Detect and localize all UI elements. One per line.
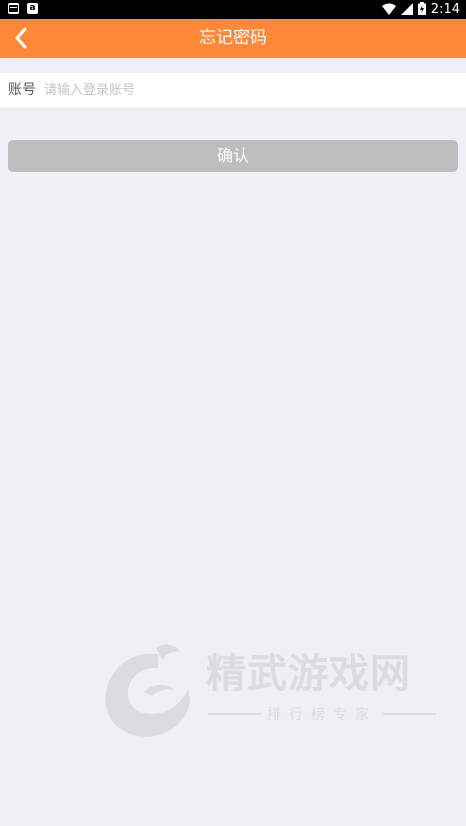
brand-name: 精武游戏网 bbox=[206, 651, 411, 697]
tagline-divider-left bbox=[208, 713, 261, 715]
chevron-left-icon bbox=[15, 27, 27, 49]
app-header: 忘记密码 bbox=[0, 19, 466, 58]
brand-tagline: 排行榜专家 bbox=[267, 707, 377, 723]
account-row: 账号 bbox=[0, 73, 466, 107]
brand-watermark: 精武游戏网 排行榜专家 bbox=[96, 640, 441, 745]
status-bar: a 2:14 bbox=[0, 0, 466, 19]
battery-charging-icon bbox=[417, 0, 426, 19]
page-title: 忘记密码 bbox=[199, 28, 267, 48]
system-icons: 2:14 bbox=[381, 0, 460, 19]
notification-icons: a bbox=[8, 3, 38, 14]
brand-logo-icon bbox=[105, 644, 190, 737]
tagline-divider-right bbox=[383, 713, 436, 715]
account-label: 账号 bbox=[8, 82, 36, 98]
back-button[interactable] bbox=[6, 23, 36, 53]
status-time: 2:14 bbox=[430, 2, 460, 17]
account-input[interactable] bbox=[44, 79, 454, 101]
brand-tagline-row: 排行榜专家 bbox=[208, 704, 436, 724]
a-notification-icon: a bbox=[27, 3, 38, 14]
confirm-button[interactable]: 确认 bbox=[8, 140, 458, 172]
wifi-icon bbox=[381, 0, 396, 19]
sim-card-icon bbox=[8, 3, 19, 14]
signal-icon bbox=[400, 0, 413, 19]
